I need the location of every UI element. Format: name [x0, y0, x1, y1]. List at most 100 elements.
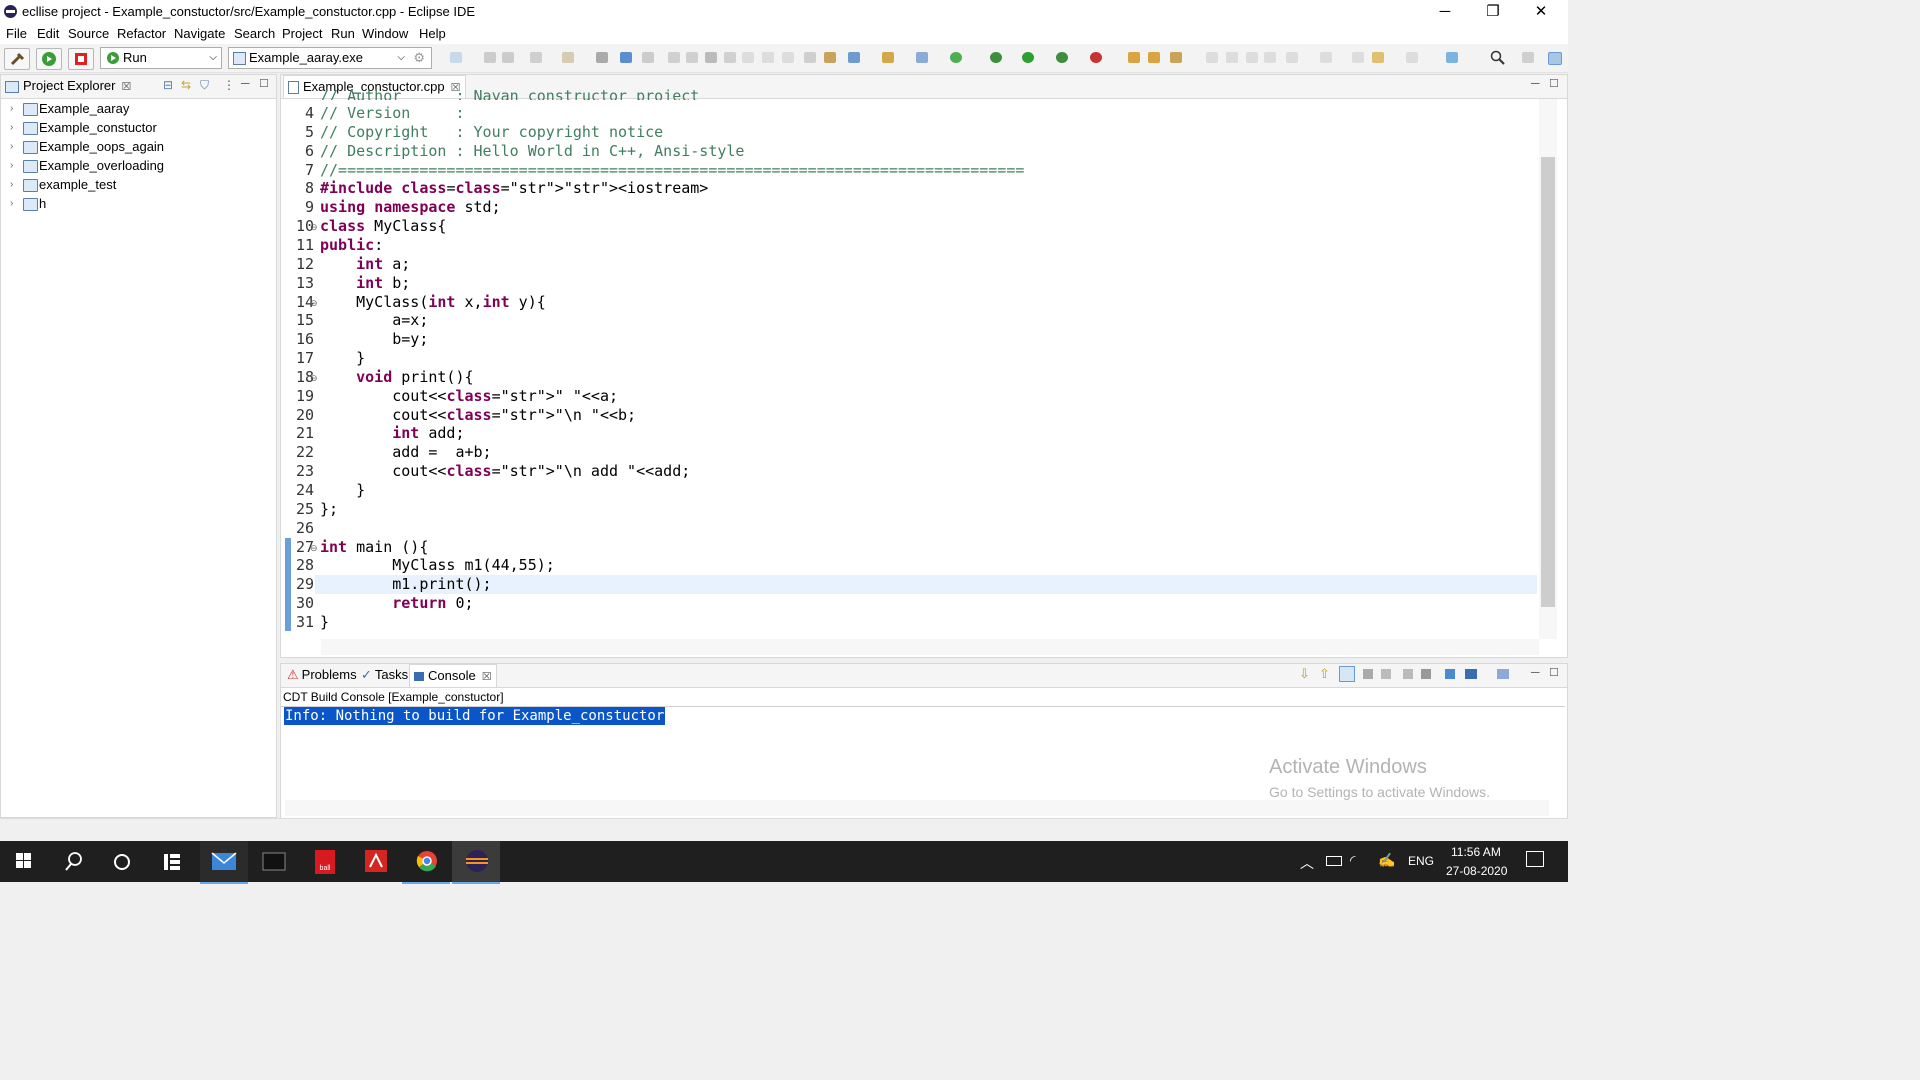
open-console-icon[interactable] — [1445, 669, 1455, 679]
close-icon[interactable]: ☒ — [482, 671, 492, 683]
code-line[interactable]: int b; — [320, 274, 410, 292]
build-all-icon[interactable] — [562, 52, 574, 63]
search-icon[interactable] — [1490, 50, 1506, 66]
maximize-view-icon[interactable]: ☐ — [1549, 77, 1559, 90]
code-line[interactable]: using namespace std; — [320, 198, 501, 216]
forward-icon[interactable] — [1406, 52, 1418, 63]
code-line[interactable]: MyClass(int x,int y){ — [320, 293, 546, 311]
gear-icon[interactable]: ⚙ — [413, 48, 425, 68]
expand-icon[interactable]: › — [10, 194, 13, 213]
new-icon[interactable] — [450, 52, 462, 63]
menu-project[interactable]: Project — [282, 26, 322, 41]
restore-button[interactable]: ❐ — [1470, 2, 1516, 22]
scroll-lock-icon[interactable] — [1339, 666, 1355, 682]
menu-help[interactable]: Help — [419, 26, 446, 41]
launch-mode-select[interactable]: Run ⌵ — [100, 47, 222, 69]
code-line[interactable]: } — [320, 481, 365, 499]
whitespace-icon[interactable] — [1264, 52, 1276, 63]
battery-icon[interactable] — [1326, 856, 1342, 866]
run-icon[interactable] — [1022, 52, 1034, 63]
acrobat-app-button[interactable] — [352, 841, 400, 882]
word-wrap-icon[interactable] — [1403, 669, 1413, 679]
chevron-up-icon[interactable]: ︿ — [1300, 853, 1314, 873]
annotation-icon[interactable] — [1206, 52, 1218, 63]
code-line[interactable]: int add; — [320, 424, 464, 442]
pin-editor-icon[interactable] — [1446, 52, 1458, 63]
code-line[interactable]: }; — [320, 500, 338, 518]
menu-navigate[interactable]: Navigate — [174, 26, 225, 41]
launch-config-select[interactable]: Example_aaray.exe ⌵ ⚙ — [228, 47, 432, 69]
project-item[interactable]: › Example_overloading — [1, 156, 271, 175]
pen-icon[interactable]: ✍ — [1378, 852, 1395, 869]
print-icon[interactable] — [596, 52, 608, 63]
suspend-icon[interactable] — [686, 52, 698, 63]
close-window-button[interactable]: ✕ — [1518, 2, 1564, 22]
refresh-icon[interactable] — [950, 52, 962, 63]
project-item[interactable]: › Example_aaray — [1, 99, 271, 118]
toggle-icon[interactable] — [824, 52, 836, 63]
menu-source[interactable]: Source — [68, 26, 109, 41]
expand-icon[interactable]: › — [10, 156, 13, 175]
menu-file[interactable]: File — [6, 26, 27, 41]
code-line[interactable]: } — [320, 613, 329, 631]
expand-icon[interactable]: › — [10, 99, 13, 118]
search-taskbar-button[interactable] — [50, 841, 98, 882]
filter-icon[interactable]: ⛉ — [200, 78, 209, 93]
code-line[interactable]: m1.print(); — [320, 575, 491, 593]
clock-date[interactable]: 27-08-2020 — [1446, 864, 1507, 878]
build-config-icon[interactable] — [530, 52, 542, 63]
code-line[interactable]: // Copyright : Your copyright notice — [320, 123, 663, 141]
editor-horizontal-scrollbar[interactable] — [321, 639, 1539, 655]
close-icon[interactable]: ☒ — [121, 81, 131, 93]
tab-console[interactable]: Console ☒ — [409, 664, 497, 687]
code-line[interactable]: //======================================… — [320, 161, 1024, 179]
instruction-step-icon[interactable] — [804, 52, 816, 63]
project-item[interactable]: › h — [1, 194, 271, 213]
step-return-icon[interactable] — [782, 52, 794, 63]
code-line[interactable]: // Version : — [320, 104, 465, 122]
debug-icon[interactable] — [990, 52, 1002, 63]
remove-launch-icon[interactable] — [1421, 669, 1431, 679]
menu-search[interactable]: Search — [234, 26, 275, 41]
project-item[interactable]: › example_test — [1, 175, 271, 194]
code-line[interactable]: cout<<class="str">"\n "<<b; — [320, 406, 636, 424]
code-line[interactable]: a=x; — [320, 311, 428, 329]
code-line[interactable]: #include class=class="str">"str"><iostre… — [320, 179, 708, 197]
terminate-icon[interactable] — [705, 52, 717, 63]
eclipse-app-button[interactable] — [452, 841, 500, 884]
console-output[interactable]: Info: Nothing to build for Example_const… — [284, 707, 666, 725]
console-horizontal-scrollbar[interactable] — [285, 800, 1549, 816]
fold-toggle-icon[interactable]: ⊖ — [310, 298, 318, 309]
next-annotation-icon[interactable] — [1286, 52, 1298, 63]
code-line[interactable]: // Description : Hello World in C++, Ans… — [320, 142, 744, 160]
back-icon[interactable] — [1372, 52, 1384, 63]
fold-toggle-icon[interactable]: ⊖ — [310, 373, 318, 384]
minimize-view-icon[interactable]: ─ — [241, 76, 250, 90]
new-class-icon[interactable] — [848, 52, 860, 63]
minimize-button[interactable]: ─ — [1422, 2, 1468, 22]
terminal-icon[interactable] — [620, 52, 632, 63]
code-line[interactable]: public: — [320, 236, 383, 254]
terminal-app-button[interactable] — [250, 841, 298, 882]
menu-refactor[interactable]: Refactor — [117, 26, 166, 41]
new-folder-icon[interactable] — [882, 52, 894, 63]
code-line[interactable]: void print(){ — [320, 368, 473, 386]
last-edit-icon[interactable] — [1352, 52, 1364, 63]
tab-project-explorer[interactable]: Project Explorer ☒ — [1, 75, 136, 97]
code-line[interactable]: add = a+b; — [320, 443, 491, 461]
previous-icon[interactable]: ⇧ — [1319, 666, 1330, 682]
mark-occurrences-icon[interactable] — [1226, 52, 1238, 63]
prev-annotation-icon[interactable] — [1320, 52, 1332, 63]
tab-tasks[interactable]: ✓ Tasks — [357, 664, 412, 686]
mail-app-button[interactable] — [200, 841, 248, 884]
code-line[interactable]: b=y; — [320, 330, 428, 348]
save-icon[interactable] — [484, 52, 496, 63]
expand-icon[interactable]: › — [10, 118, 13, 137]
clear-console-icon[interactable] — [1363, 669, 1373, 679]
project-item[interactable]: › Example_constuctor — [1, 118, 271, 137]
step-into-icon[interactable] — [742, 52, 754, 63]
menu-window[interactable]: Window — [362, 26, 408, 41]
open-type-icon[interactable] — [1128, 52, 1140, 63]
block-select-icon[interactable] — [1246, 52, 1258, 63]
disconnect-icon[interactable] — [724, 52, 736, 63]
